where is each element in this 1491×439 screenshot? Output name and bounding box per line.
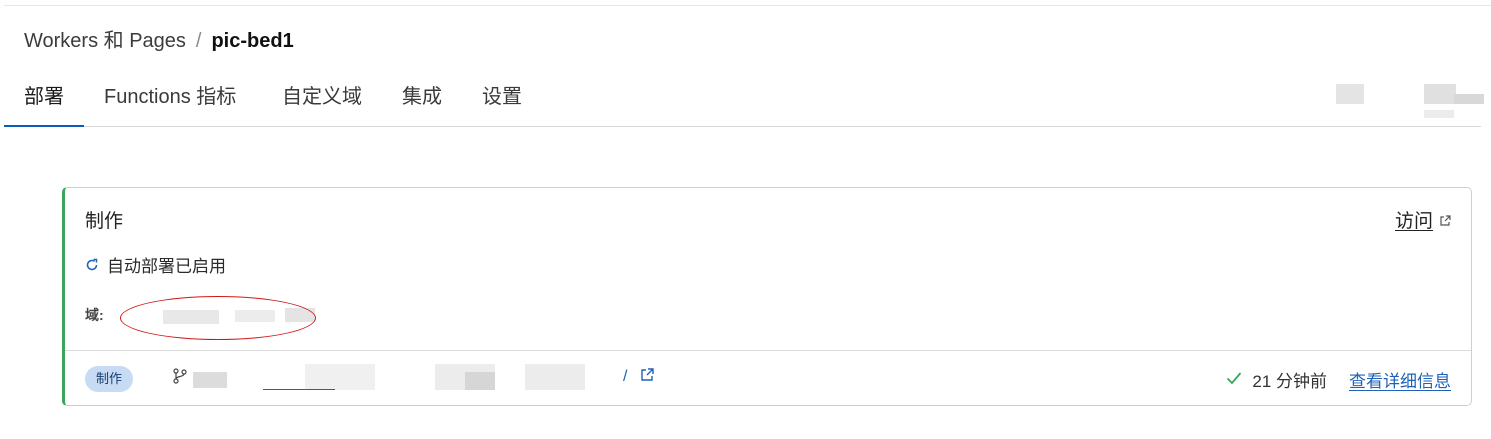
domain-label: 域:	[85, 307, 104, 323]
environment-badge: 制作	[85, 366, 134, 392]
tab-settings[interactable]: 设置	[482, 84, 522, 110]
external-link-icon[interactable]	[639, 367, 655, 388]
check-icon	[1226, 370, 1242, 390]
link-separator: /	[623, 368, 628, 385]
tab-integrations[interactable]: 集成	[402, 84, 442, 110]
breadcrumb-separator: /	[195, 30, 202, 52]
breadcrumb-root-link[interactable]: Workers 和 Pages	[24, 28, 186, 54]
deploy-time: 21 分钟前	[1252, 372, 1327, 391]
top-divider	[4, 5, 1491, 6]
auto-deploy-status: 自动部署已启用	[85, 256, 226, 278]
git-branch-icon	[173, 368, 187, 389]
breadcrumb-current: pic-bed1	[211, 30, 294, 52]
external-link-icon	[1439, 210, 1451, 234]
tab-custom-domains[interactable]: 自定义域	[282, 84, 362, 110]
card-title: 制作	[85, 211, 124, 232]
active-tab-indicator	[4, 125, 84, 127]
auto-deploy-text: 自动部署已启用	[107, 257, 226, 276]
visit-link[interactable]: 访问	[1395, 210, 1451, 234]
tab-bar: 部署 Functions 指标 自定义域 集成 设置	[4, 68, 1481, 127]
highlight-ellipse	[120, 296, 316, 340]
commit-link[interactable]	[263, 366, 335, 390]
tab-functions-metrics[interactable]: Functions 指标	[104, 84, 236, 110]
tab-deployments[interactable]: 部署	[24, 84, 64, 110]
visit-label: 访问	[1394, 211, 1433, 232]
deploy-status: 21 分钟前	[1226, 367, 1327, 392]
breadcrumb: Workers 和 Pages / pic-bed1	[24, 28, 294, 54]
card-divider	[65, 350, 1471, 351]
production-card: 制作 访问 自动部署已启用 域: 制作 / 21 分钟前 查看详细信息	[62, 187, 1472, 406]
view-details-link[interactable]: 查看详细信息	[1349, 367, 1451, 392]
refresh-icon	[85, 256, 99, 278]
